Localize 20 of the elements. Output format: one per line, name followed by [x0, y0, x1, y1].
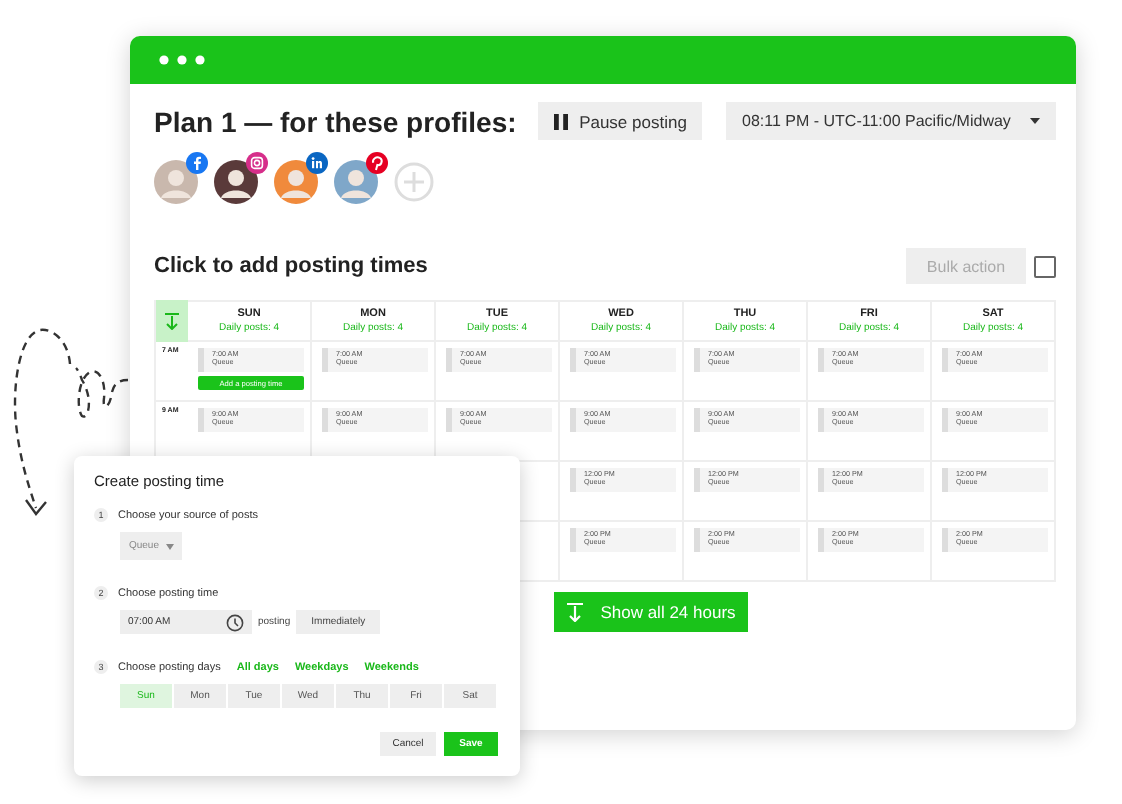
window-dots-icon [158, 54, 210, 66]
pause-icon [553, 113, 568, 129]
profile-avatar[interactable] [214, 160, 258, 204]
caret-icon [165, 543, 173, 549]
section-heading: Click to add posting times [154, 254, 430, 278]
plan-title: Plan 1 — for these profiles: [154, 105, 519, 137]
profile-avatar[interactable] [154, 160, 198, 204]
facebook-badge-icon [186, 152, 208, 174]
pinterest-badge-icon [366, 152, 388, 174]
profile-avatar[interactable] [334, 160, 378, 204]
instagram-badge-icon [246, 152, 268, 174]
caret-icon [1030, 118, 1040, 124]
clock-icon [226, 613, 244, 631]
expand-down-icon [566, 602, 585, 622]
pause-posting-button[interactable]: Pause posting [538, 102, 702, 140]
timezone-dropdown[interactable]: 08:11 PM - UTC-11:00 Pacific/Midway [726, 102, 1056, 140]
profile-avatar[interactable] [274, 160, 318, 204]
checkbox[interactable] [1034, 255, 1056, 277]
linkedin-badge-icon [306, 152, 328, 174]
expand-down-icon [164, 312, 180, 330]
